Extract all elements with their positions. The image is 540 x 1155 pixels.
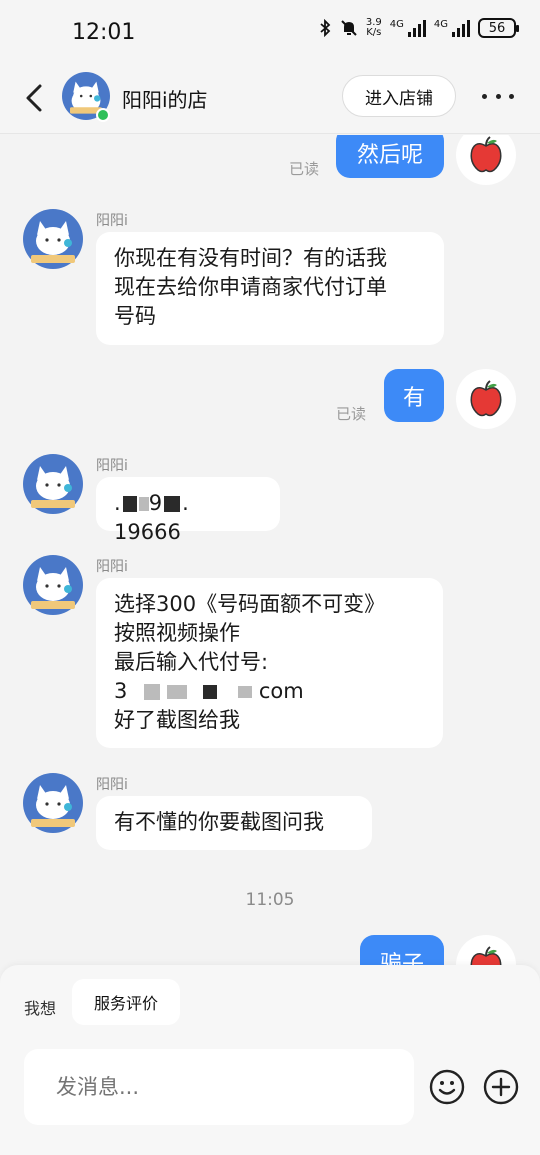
- status-icons: 3.9 K/s 4G 4G 56: [318, 17, 519, 38]
- sender-name: 阳阳i: [96, 559, 128, 575]
- mute-bell-icon: [341, 20, 357, 36]
- apple-icon: [470, 380, 502, 417]
- my-avatar[interactable]: [456, 135, 516, 185]
- sender-name: 阳阳i: [96, 458, 128, 474]
- status-bar: 12:01 3.9 K/s 4G 4G 56: [0, 0, 540, 62]
- shop-avatar[interactable]: [23, 555, 83, 615]
- net-speed: 3.9 K/s: [365, 17, 382, 38]
- apple-icon: [470, 136, 502, 173]
- shop-avatar[interactable]: [23, 209, 83, 269]
- apple-icon: [470, 946, 502, 965]
- message-bubble-incoming[interactable]: 有不懂的你要截图问我: [96, 796, 372, 850]
- battery-icon: 56: [478, 18, 519, 38]
- signal-2-icon: 4G: [434, 19, 470, 37]
- online-status-dot: [96, 108, 110, 122]
- sender-name: 阳阳i: [96, 777, 128, 793]
- time-separator: 11:05: [245, 890, 295, 910]
- read-receipt: 已读: [336, 405, 367, 423]
- message-bubble-outgoing[interactable]: 骗子: [360, 935, 444, 965]
- emoji-icon[interactable]: [429, 1069, 465, 1105]
- status-time: 12:01: [72, 20, 136, 45]
- my-avatar[interactable]: [456, 935, 516, 965]
- more-options-icon[interactable]: [482, 86, 514, 106]
- chat-messages[interactable]: 已读 然后呢 阳阳i 你现在有没有时间？有的话我 现在去给你申请商家代付订单 号…: [0, 135, 540, 965]
- read-receipt: 已读: [289, 160, 320, 178]
- signal-1-icon: 4G: [390, 19, 426, 37]
- message-input[interactable]: [24, 1049, 414, 1125]
- message-bubble-incoming[interactable]: 你现在有没有时间？有的话我 现在去给你申请商家代付订单 号码: [96, 232, 444, 345]
- quick-action-label: 我想: [24, 999, 57, 1018]
- add-icon[interactable]: [483, 1069, 519, 1105]
- input-panel: 我想 服务评价: [0, 965, 540, 1155]
- shop-avatar[interactable]: [23, 454, 83, 514]
- message-bubble-incoming[interactable]: .9. 19666: [96, 477, 280, 544]
- redacted-line: 3 com: [114, 679, 304, 703]
- bluetooth-icon: [320, 19, 331, 37]
- service-review-button[interactable]: 服务评价: [72, 979, 180, 1025]
- chat-header: 阳阳i的店 进入店铺: [0, 62, 540, 134]
- message-bubble-outgoing[interactable]: 有: [384, 369, 444, 422]
- sender-name: 阳阳i: [96, 213, 128, 229]
- my-avatar[interactable]: [456, 369, 516, 429]
- shop-name: 阳阳i的店: [122, 88, 208, 112]
- message-bubble-incoming[interactable]: 选择300《号码面额不可变》 按照视频操作 最后输入代付号: 3 com 好了截…: [96, 578, 443, 748]
- back-arrow-icon[interactable]: [22, 80, 50, 116]
- message-bubble-outgoing[interactable]: 然后呢: [336, 135, 444, 178]
- shop-avatar[interactable]: [23, 773, 83, 833]
- enter-shop-button[interactable]: 进入店铺: [342, 75, 456, 117]
